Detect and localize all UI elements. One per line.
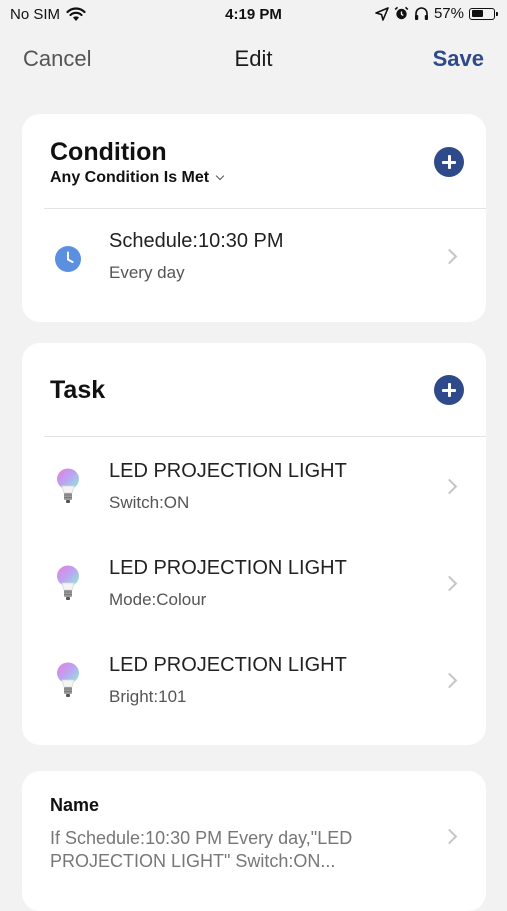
- condition-item-title: Schedule:10:30 PM: [109, 230, 284, 252]
- name-value: If Schedule:10:30 PM Every day,"LED PROJ…: [50, 828, 353, 871]
- condition-item-subtitle: Every day: [109, 263, 185, 282]
- status-right: 57%: [375, 5, 498, 22]
- add-task-button[interactable]: [434, 375, 464, 405]
- alarm-icon: [394, 6, 409, 21]
- task-item-title: LED PROJECTION LIGHT: [109, 557, 347, 579]
- bulb-icon: [56, 468, 80, 513]
- task-item[interactable]: LED PROJECTION LIGHT Switch:ON: [22, 460, 486, 540]
- condition-match-label: Any Condition Is Met: [50, 169, 210, 186]
- task-item-title: LED PROJECTION LIGHT: [109, 460, 347, 482]
- save-button[interactable]: Save: [433, 46, 484, 72]
- add-condition-button[interactable]: [434, 147, 464, 177]
- chevron-right-icon: [441, 828, 458, 845]
- nav-bar: Cancel Edit Save: [0, 38, 507, 78]
- task-item[interactable]: LED PROJECTION LIGHT Bright:101: [22, 654, 486, 734]
- condition-item[interactable]: Schedule:10:30 PM Every day: [22, 230, 486, 310]
- task-card: Task LED PROJECTION LIGHT Switch:ON LED …: [22, 343, 486, 745]
- condition-match-select[interactable]: Any Condition Is Met: [50, 169, 225, 187]
- task-item-title: LED PROJECTION LIGHT: [109, 654, 347, 676]
- clock-icon: [54, 245, 82, 278]
- divider: [44, 208, 486, 209]
- name-label: Name: [50, 795, 100, 815]
- name-card[interactable]: Name If Schedule:10:30 PM Every day,"LED…: [22, 771, 486, 911]
- task-item-subtitle: Switch:ON: [109, 493, 190, 512]
- status-bar: No SIM 4:19 PM 57%: [0, 0, 507, 30]
- task-item-subtitle: Mode:Colour: [109, 590, 207, 609]
- condition-card: Condition Any Condition Is Met Schedule:…: [22, 114, 486, 322]
- condition-title: Condition: [50, 138, 167, 166]
- bulb-icon: [56, 662, 80, 707]
- task-item[interactable]: LED PROJECTION LIGHT Mode:Colour: [22, 557, 486, 637]
- chevron-right-icon: [441, 672, 458, 689]
- chevron-right-icon: [441, 575, 458, 592]
- bulb-icon: [56, 565, 80, 610]
- task-title: Task: [50, 376, 106, 404]
- headphones-icon: [414, 6, 429, 21]
- chevron-right-icon: [441, 478, 458, 495]
- divider: [44, 436, 486, 437]
- task-item-subtitle: Bright:101: [109, 687, 187, 706]
- battery-icon: [469, 7, 498, 20]
- battery-percent: 57%: [433, 5, 464, 22]
- location-arrow-icon: [375, 6, 389, 21]
- chevron-right-icon: [441, 248, 458, 265]
- battery-fill: [471, 10, 483, 17]
- chevron-down-icon: [215, 171, 225, 181]
- page-title: Edit: [234, 46, 273, 71]
